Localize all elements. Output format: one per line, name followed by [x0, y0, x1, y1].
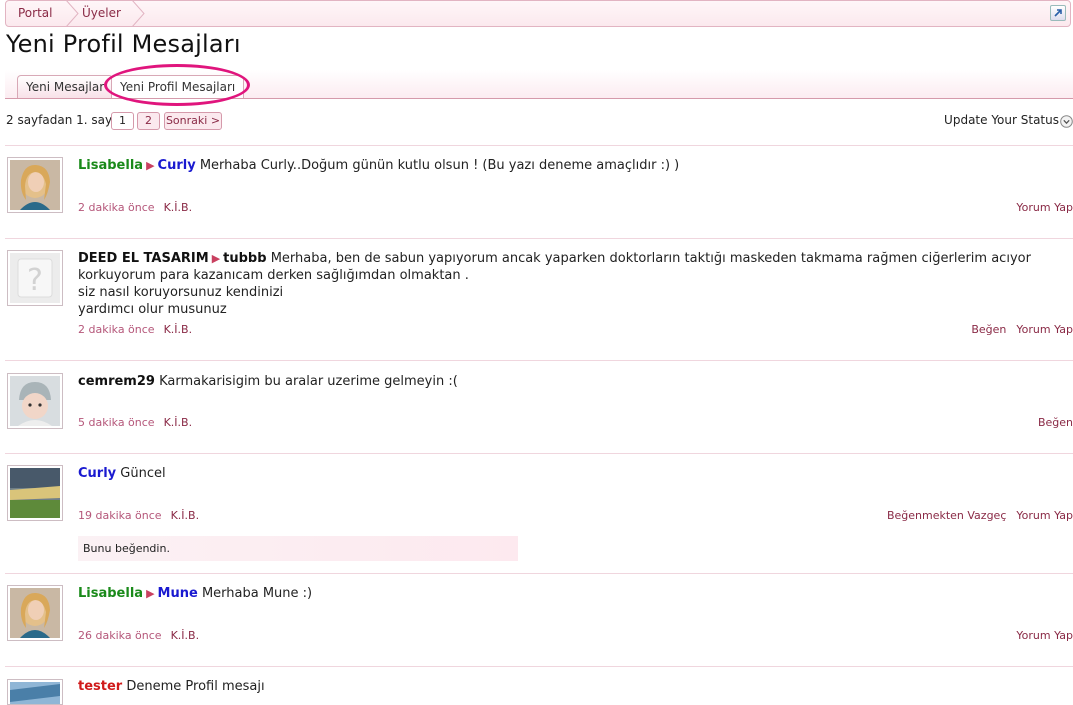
- message-actions: Beğen Yorum Yap: [971, 323, 1073, 336]
- message-meta: 2 dakika önce K.İ.B.: [78, 201, 192, 214]
- author-link[interactable]: Lisabella: [78, 158, 143, 173]
- tab-new-profile-messages[interactable]: Yeni Profil Mesajları: [111, 75, 245, 98]
- comment-link[interactable]: Yorum Yap: [1016, 629, 1073, 642]
- kib-link[interactable]: K.İ.B.: [164, 323, 193, 336]
- chevron-down-icon[interactable]: [1060, 113, 1073, 128]
- divider: [5, 666, 1073, 667]
- message-body: Güncel: [120, 466, 166, 481]
- target-user-link[interactable]: Curly: [158, 158, 196, 173]
- kib-link[interactable]: K.İ.B.: [171, 629, 200, 642]
- timestamp[interactable]: 19 dakika önce: [78, 509, 162, 522]
- author-link[interactable]: Lisabella: [78, 586, 143, 601]
- message-actions: Yorum Yap: [1016, 201, 1073, 214]
- message-text: Curly Güncel: [78, 465, 1038, 482]
- message-text: cemrem29 Karmakarisigim bu aralar uzerim…: [78, 373, 1038, 390]
- message-body-line: yardımcı olur musunuz: [78, 302, 227, 317]
- liked-note: Bunu beğendin.: [78, 536, 518, 561]
- popup-open-icon[interactable]: [1050, 5, 1066, 21]
- arrow-right-icon: ▶: [146, 159, 155, 172]
- timestamp[interactable]: 2 dakika önce: [78, 323, 155, 336]
- timestamp[interactable]: 26 dakika önce: [78, 629, 162, 642]
- message-meta: 19 dakika önce K.İ.B.: [78, 509, 199, 522]
- avatar-curly[interactable]: [7, 465, 63, 521]
- message-actions: Beğenmekten Vazgeç Yorum Yap: [887, 509, 1073, 522]
- message-actions: Yorum Yap: [1016, 629, 1073, 642]
- author-link[interactable]: DEED EL TASARIM: [78, 251, 209, 266]
- tab-new-messages[interactable]: Yeni Mesajlar: [17, 75, 114, 98]
- divider: [5, 238, 1073, 239]
- avatar-lisabella[interactable]: [7, 585, 63, 641]
- divider: [5, 573, 1073, 574]
- kib-link[interactable]: K.İ.B.: [164, 416, 193, 429]
- message-text: Lisabella ▶ Curly Merhaba Curly..Doğum gün…: [78, 157, 1038, 174]
- arrow-right-icon: ▶: [146, 587, 155, 600]
- unlike-link[interactable]: Beğenmekten Vazgeç: [887, 509, 1006, 522]
- breadcrumb: Portal Üyeler: [5, 0, 1071, 27]
- message-meta: 2 dakika önce K.İ.B.: [78, 323, 192, 336]
- like-link[interactable]: Beğen: [971, 323, 1006, 336]
- target-user-link[interactable]: Mune: [158, 586, 198, 601]
- next-page-button[interactable]: Sonraki >: [164, 112, 222, 130]
- page-1-button[interactable]: 1: [111, 112, 134, 130]
- tab-bar-line: [5, 98, 1073, 99]
- arrow-right-icon: ▶: [211, 252, 221, 265]
- breadcrumb-members[interactable]: Üyeler: [82, 1, 121, 26]
- comment-link[interactable]: Yorum Yap: [1016, 201, 1073, 214]
- divider: [5, 453, 1073, 454]
- message-actions: Beğen: [1038, 416, 1073, 429]
- divider: [5, 360, 1073, 361]
- avatar-tester[interactable]: [7, 679, 63, 705]
- page-title: Yeni Profil Mesajları: [6, 30, 241, 58]
- message-body-line: Merhaba, ben de sabun yapıyorum ancak ya…: [270, 251, 1031, 266]
- message-body-line: korkuyorum para kazanıcam derken sağlığı…: [78, 268, 469, 283]
- message-text: Lisabella ▶ Mune Merhaba Mune :): [78, 585, 1038, 602]
- breadcrumb-separator-icon: [130, 0, 148, 27]
- page-2-button[interactable]: 2: [137, 112, 160, 130]
- update-status-link[interactable]: Update Your Status: [944, 113, 1059, 127]
- kib-link[interactable]: K.İ.B.: [171, 509, 200, 522]
- avatar-cemrem29[interactable]: [7, 373, 63, 429]
- timestamp[interactable]: 2 dakika önce: [78, 201, 155, 214]
- message-text: DEED EL TASARIM ▶ tubbb Merhaba, ben de sa…: [78, 250, 1038, 318]
- breadcrumb-portal[interactable]: Portal: [18, 1, 52, 26]
- author-link[interactable]: cemrem29: [78, 374, 155, 389]
- kib-link[interactable]: K.İ.B.: [164, 201, 193, 214]
- avatar-placeholder[interactable]: ?: [7, 250, 63, 306]
- message-body-line: siz nasıl koruyorsunuz kendinizi: [78, 285, 284, 300]
- like-link[interactable]: Beğen: [1038, 416, 1073, 429]
- message-body: Merhaba Curly..Doğum günün kutlu olsun !…: [199, 158, 680, 173]
- comment-link[interactable]: Yorum Yap: [1016, 509, 1073, 522]
- target-user-link[interactable]: tubbb: [223, 251, 266, 266]
- comment-link[interactable]: Yorum Yap: [1016, 323, 1073, 336]
- timestamp[interactable]: 5 dakika önce: [78, 416, 155, 429]
- author-link[interactable]: tester: [78, 679, 122, 694]
- pagenav-label: 2 sayfadan 1. sayfa: [6, 113, 124, 127]
- author-link[interactable]: Curly: [78, 466, 116, 481]
- svg-text:?: ?: [27, 263, 43, 298]
- message-body: Karmakarisigim bu aralar uzerime gelmeyi…: [159, 374, 458, 389]
- message-meta: 5 dakika önce K.İ.B.: [78, 416, 192, 429]
- avatar-lisabella[interactable]: [7, 157, 63, 213]
- message-meta: 26 dakika önce K.İ.B.: [78, 629, 199, 642]
- breadcrumb-separator-icon: [64, 0, 82, 27]
- divider: [5, 145, 1073, 146]
- message-text: tester Deneme Profil mesajı: [78, 678, 1038, 695]
- message-body: Deneme Profil mesajı: [126, 679, 265, 694]
- message-body: Merhaba Mune :): [201, 586, 313, 601]
